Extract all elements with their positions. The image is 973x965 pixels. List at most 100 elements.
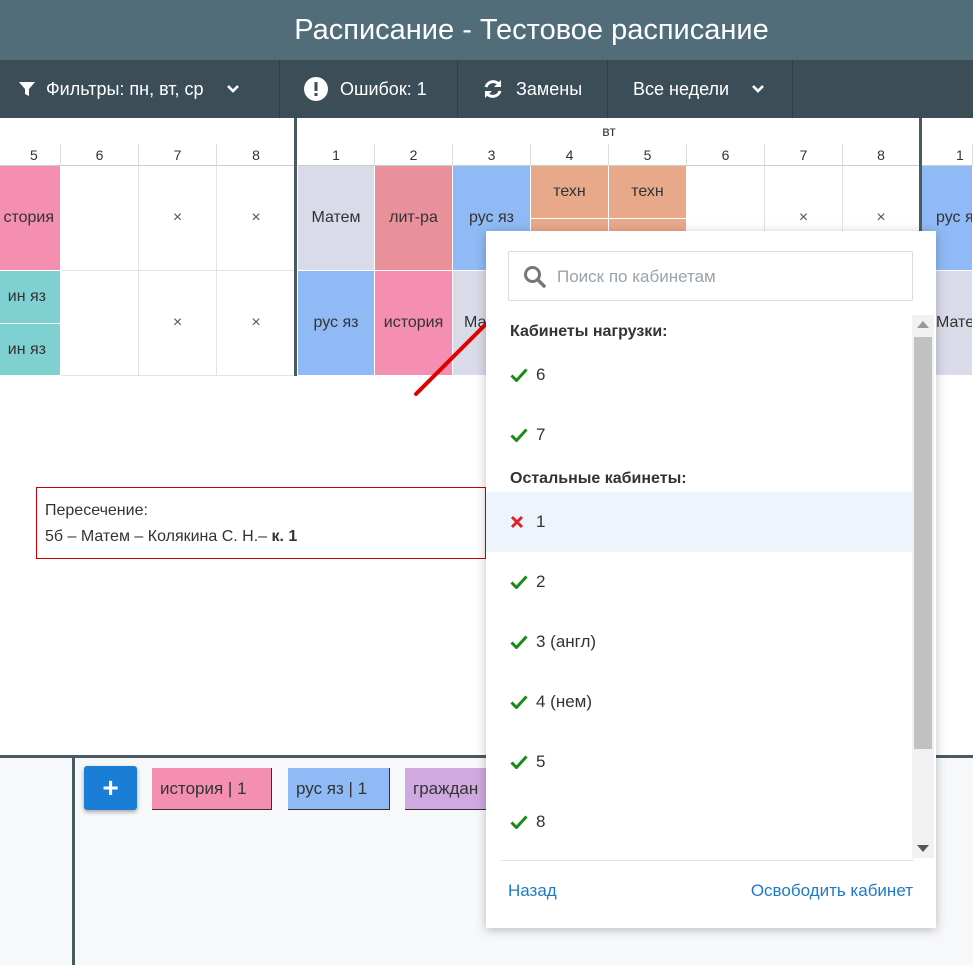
alert-icon bbox=[304, 77, 328, 101]
title-bar: Расписание - Тестовое расписание bbox=[0, 0, 973, 60]
scrollbar-thumb[interactable] bbox=[914, 337, 932, 749]
panel-divider bbox=[72, 758, 75, 965]
lesson-cell[interactable]: ин яз bbox=[0, 271, 61, 324]
conflict-room: к. 1 bbox=[271, 528, 298, 545]
lesson-number: 5 bbox=[0, 144, 61, 166]
room-label: 5 bbox=[536, 752, 546, 771]
lesson-number: 8 bbox=[843, 144, 920, 166]
scroll-down-icon[interactable] bbox=[917, 845, 929, 852]
day-header-next bbox=[922, 118, 973, 145]
lesson-cell[interactable]: ин яз bbox=[0, 324, 61, 376]
lesson-number: 4 bbox=[531, 144, 609, 166]
room-item[interactable]: 8 bbox=[486, 792, 912, 852]
sync-icon bbox=[482, 78, 504, 100]
page-title: Расписание - Тестовое расписание bbox=[294, 14, 769, 46]
errors-button[interactable]: Ошибок: 1 bbox=[280, 60, 458, 118]
lesson-number: 8 bbox=[217, 144, 296, 166]
day-header-tuesday: вт bbox=[298, 118, 920, 145]
toolbar: Фильтры: пн, вт, ср Ошибок: 1 Замены Все… bbox=[0, 60, 973, 118]
other-rooms-heading: Остальные кабинеты: bbox=[510, 470, 687, 487]
chevron-down-icon bbox=[226, 84, 240, 94]
lesson-cell[interactable]: Матем bbox=[298, 166, 375, 271]
check-icon bbox=[510, 695, 530, 709]
empty-cell[interactable] bbox=[61, 271, 139, 376]
lesson-number: 1 bbox=[922, 144, 973, 166]
room-label: 2 bbox=[536, 572, 546, 591]
room-item[interactable]: 7 bbox=[486, 405, 912, 465]
day-header-prev bbox=[0, 118, 296, 145]
room-item[interactable]: 3 (англ) bbox=[486, 612, 912, 672]
check-icon bbox=[510, 575, 530, 589]
room-picker-popup: Кабинеты нагрузки: 6 7 Остальные кабинет… bbox=[486, 231, 936, 928]
room-search-input[interactable] bbox=[555, 252, 899, 302]
room-item[interactable]: 6 bbox=[486, 345, 912, 405]
filters-button[interactable]: Фильтры: пн, вт, ср bbox=[0, 60, 280, 118]
room-item[interactable]: 1 bbox=[486, 492, 912, 552]
scroll-up-icon[interactable] bbox=[917, 321, 929, 328]
free-room-link[interactable]: Освободить кабинет bbox=[751, 881, 913, 901]
check-icon bbox=[510, 815, 530, 829]
lesson-number: 7 bbox=[765, 144, 843, 166]
close-icon: × bbox=[172, 209, 183, 226]
close-icon: × bbox=[798, 209, 809, 226]
close-icon: × bbox=[251, 209, 261, 226]
lesson-number: 7 bbox=[139, 144, 217, 166]
room-search-box[interactable] bbox=[508, 251, 913, 302]
conflict-detail: 5б – Матем – Колякина С. Н.– к. 1 bbox=[45, 528, 298, 545]
replacements-label: Замены bbox=[516, 78, 583, 99]
lesson-chip[interactable]: рус яз | 1 bbox=[288, 768, 390, 810]
lesson-cell[interactable]: техн bbox=[531, 166, 609, 219]
empty-cell[interactable]: × bbox=[139, 166, 217, 271]
chevron-down-icon bbox=[751, 84, 765, 94]
weeks-dropdown[interactable]: Все недели bbox=[608, 60, 793, 118]
weeks-label: Все недели bbox=[633, 78, 730, 99]
close-icon: × bbox=[172, 314, 183, 331]
room-item[interactable]: 5 bbox=[486, 732, 912, 792]
lesson-number: 2 bbox=[375, 144, 453, 166]
close-icon: × bbox=[251, 314, 261, 331]
conflict-tooltip: Пересечение: 5б – Матем – Колякина С. Н.… bbox=[36, 487, 486, 559]
room-list-scrollbar[interactable] bbox=[912, 315, 934, 858]
add-lesson-button[interactable]: + bbox=[84, 766, 137, 810]
back-link[interactable]: Назад bbox=[508, 881, 557, 901]
room-label: 3 (англ) bbox=[536, 632, 597, 651]
room-label: 8 bbox=[536, 812, 546, 831]
room-item[interactable]: 4 (нем) bbox=[486, 672, 912, 732]
day-separator bbox=[294, 118, 297, 376]
check-icon bbox=[510, 428, 530, 442]
popup-footer-divider bbox=[500, 860, 914, 861]
conflict-title: Пересечение: bbox=[45, 502, 148, 519]
lesson-number: 3 bbox=[453, 144, 531, 166]
lesson-number: 6 bbox=[687, 144, 765, 166]
room-list: Кабинеты нагрузки: 6 7 Остальные кабинет… bbox=[486, 311, 912, 861]
empty-cell[interactable]: × bbox=[139, 271, 217, 376]
room-label: 6 bbox=[536, 365, 546, 384]
lesson-cell[interactable]: рус яз bbox=[298, 271, 375, 376]
room-label: 7 bbox=[536, 425, 546, 444]
replacements-button[interactable]: Замены bbox=[458, 60, 608, 118]
cross-icon bbox=[510, 515, 530, 529]
room-label: 1 bbox=[536, 512, 546, 531]
filters-label: Фильтры: пн, вт, ср bbox=[46, 78, 204, 99]
check-icon bbox=[510, 368, 530, 382]
lesson-cell[interactable]: стория bbox=[0, 166, 61, 271]
lesson-chip[interactable]: история | 1 bbox=[152, 768, 272, 810]
room-item[interactable]: 2 bbox=[486, 552, 912, 612]
lesson-number: 5 bbox=[609, 144, 687, 166]
lesson-number: 1 bbox=[298, 144, 375, 166]
empty-cell[interactable] bbox=[61, 166, 139, 271]
search-icon bbox=[523, 265, 547, 294]
lesson-number: 6 bbox=[61, 144, 139, 166]
room-label: 4 (нем) bbox=[536, 692, 593, 711]
check-icon bbox=[510, 755, 530, 769]
lesson-cell[interactable]: техн bbox=[609, 166, 687, 219]
lesson-chip[interactable]: граждан bbox=[405, 768, 495, 810]
lesson-cell[interactable]: лит-ра bbox=[375, 166, 453, 271]
filter-icon bbox=[18, 80, 36, 98]
check-icon bbox=[510, 635, 530, 649]
empty-cell[interactable]: × bbox=[217, 166, 296, 271]
errors-label: Ошибок: 1 bbox=[340, 78, 427, 99]
load-rooms-heading: Кабинеты нагрузки: bbox=[510, 323, 668, 340]
empty-cell[interactable]: × bbox=[217, 271, 296, 376]
close-icon: × bbox=[876, 209, 886, 226]
